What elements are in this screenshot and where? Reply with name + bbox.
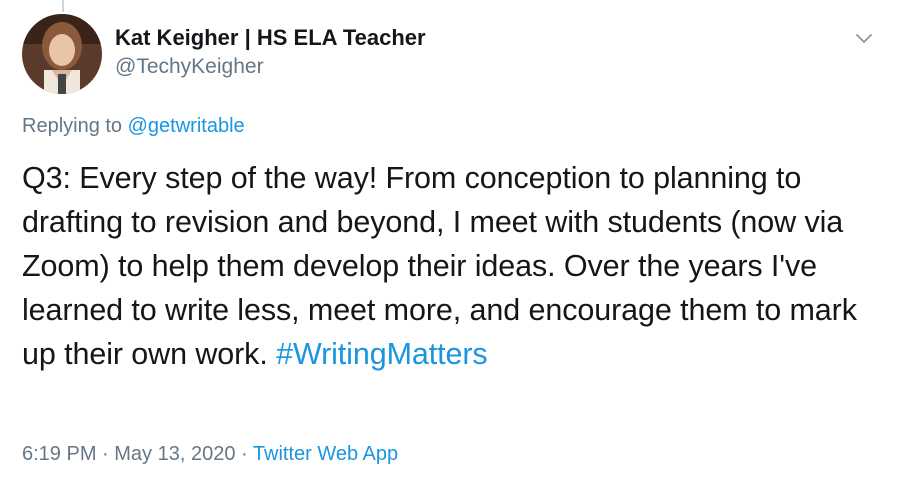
meta-separator: ·: [235, 443, 253, 465]
tweet-date[interactable]: May 13, 2020: [114, 443, 235, 465]
hashtag-link[interactable]: #WritingMatters: [276, 337, 488, 371]
tweet-source-link[interactable]: Twitter Web App: [253, 443, 398, 465]
chevron-down-icon[interactable]: [852, 26, 876, 50]
tweet-time[interactable]: 6:19 PM: [22, 443, 96, 465]
tweet-text: Q3: Every step of the way! From concepti…: [22, 156, 892, 376]
author-block[interactable]: Kat Keigher | HS ELA Teacher @TechyKeigh…: [115, 24, 426, 82]
thread-connector-line: [62, 0, 64, 12]
meta-separator: ·: [96, 443, 115, 465]
replying-to-label: Replying to: [22, 115, 128, 137]
avatar[interactable]: [22, 14, 102, 94]
author-handle[interactable]: @TechyKeigher: [115, 52, 426, 82]
author-display-name[interactable]: Kat Keigher | HS ELA Teacher: [115, 24, 426, 52]
tweet-meta: 6:19 PM · May 13, 2020 · Twitter Web App: [22, 440, 398, 468]
reply-mention-link[interactable]: @getwritable: [128, 115, 245, 137]
replying-to-line: Replying to @getwritable: [22, 113, 245, 139]
